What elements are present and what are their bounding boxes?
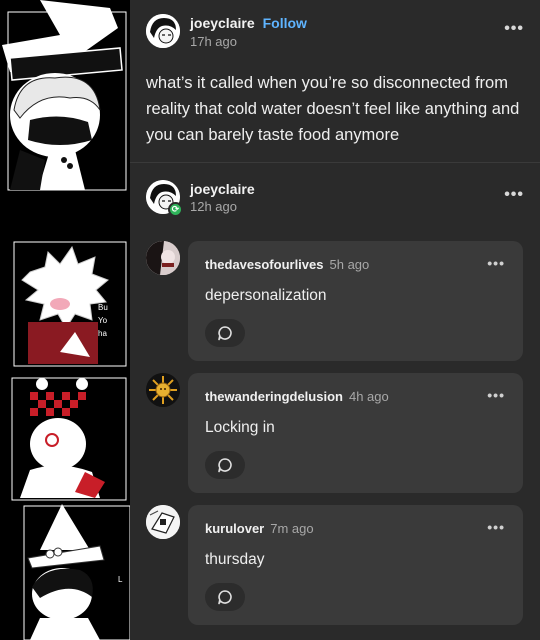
post-username[interactable]: joeyclaire [190,15,255,31]
avatar-icon [146,14,180,48]
reply-username[interactable]: thedavesofourlives [205,257,324,272]
post-timestamp: 17h ago [190,34,237,49]
reply-more-options-icon[interactable]: ••• [487,387,505,403]
reply-timestamp: 4h ago [348,389,389,404]
reblog-icon: ⟳ [168,202,183,217]
witch-artwork-image [0,0,130,195]
post-feed: joeyclaire Follow 17h ago ••• what’s it c… [130,0,540,640]
reblog-username[interactable]: joeyclaire [190,180,255,198]
comment-icon [218,458,232,473]
comment-icon [218,590,232,605]
avatar-icon [146,505,180,539]
post-divider [130,162,540,163]
avatar-icon [146,241,180,275]
reply-timestamp: 7m ago [270,521,314,536]
comment-icon [218,326,232,341]
avatar[interactable] [146,373,180,407]
hat-character-artwork-image: L [0,502,130,640]
post-header: joeyclaire Follow 17h ago [146,14,307,54]
reblog-more-options-icon[interactable]: ••• [504,186,524,204]
reply-card: thedavesofourlives 5h ago ••• depersonali… [188,241,523,361]
side-artwork-strip: Bu Yo ha L [0,0,130,640]
reblog-header: ⟳ joeyclaire 12h ago [146,180,255,220]
art-text-corner: L [118,575,123,584]
art-text-2: Yo [98,316,108,325]
art-text-1: Bu [98,303,108,312]
avatar[interactable] [146,241,180,275]
reply-button[interactable] [205,451,245,479]
reply-more-options-icon[interactable]: ••• [487,255,505,271]
jester-artwork-image [0,372,130,502]
reply-button[interactable] [205,319,245,347]
follow-button[interactable]: Follow [263,15,307,31]
reply-button[interactable] [205,583,245,611]
post-more-options-icon[interactable]: ••• [504,20,524,38]
reblog-timestamp: 12h ago [190,199,237,214]
post-text: what’s it called when you’re so disconne… [146,74,520,144]
reply-timestamp: 5h ago [329,257,370,272]
art-text-3: ha [98,329,107,338]
avatar[interactable]: ⟳ [146,180,183,217]
avatar[interactable] [146,505,180,539]
reply-text: thursday [205,551,265,568]
spiky-character-artwork-image: Bu Yo ha [0,232,130,370]
reply-more-options-icon[interactable]: ••• [487,519,505,535]
reply-username[interactable]: kurulover [205,521,264,536]
reply-text: Locking in [205,419,275,436]
reply-username[interactable]: thewanderingdelusion [205,389,343,404]
reply-card: kurulover 7m ago ••• thursday [188,505,523,625]
reply-text: depersonalization [205,287,327,304]
avatar[interactable] [146,14,180,48]
sun-icon [146,373,180,407]
reply-card: thewanderingdelusion 4h ago ••• Locking i… [188,373,523,493]
